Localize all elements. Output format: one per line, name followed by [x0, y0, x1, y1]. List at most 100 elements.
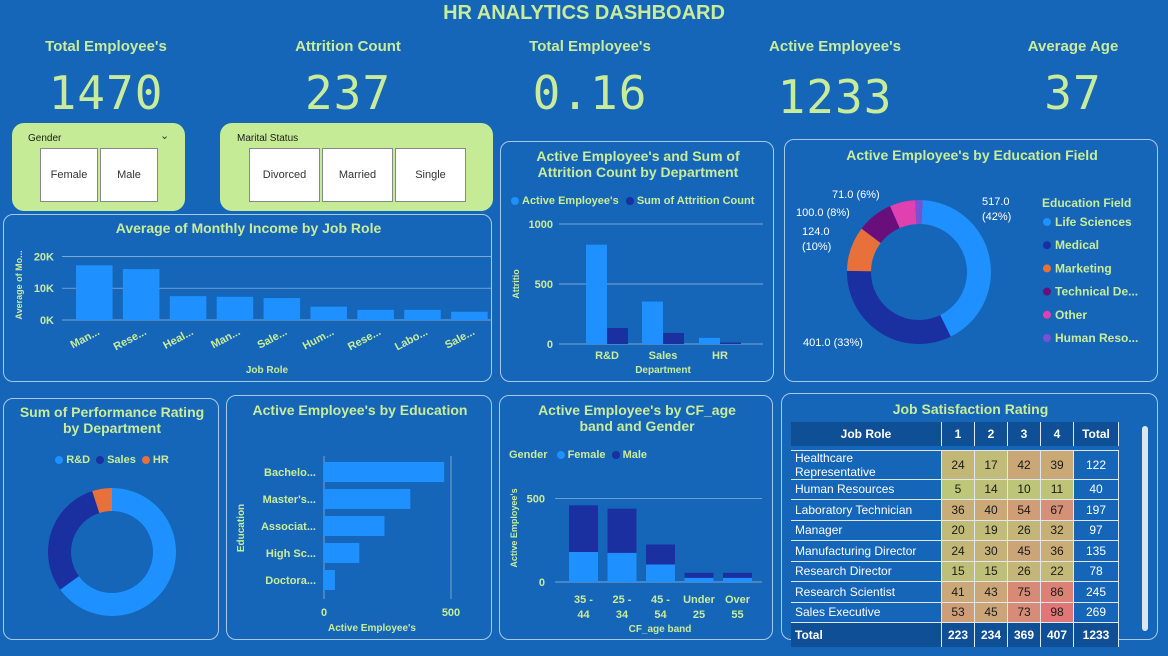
- table-cell: 98: [1040, 602, 1074, 623]
- table-cell: 53: [941, 602, 975, 623]
- kpi-value-average-age: 37: [1044, 66, 1102, 120]
- column-header[interactable]: Total: [1073, 422, 1119, 446]
- bar-female: [723, 577, 752, 582]
- marital-option-married[interactable]: Married: [322, 148, 393, 202]
- donut-slice: [915, 200, 923, 225]
- x-tick-label: R&D: [595, 350, 619, 362]
- bar: [169, 296, 207, 320]
- bar-female: [607, 552, 637, 582]
- total-label: Total: [791, 622, 942, 647]
- marital-option-divorced[interactable]: Divorced: [249, 148, 320, 202]
- bar-male: [684, 572, 714, 578]
- table-cell: 43: [974, 581, 1008, 603]
- legend-item: Medical: [1055, 238, 1099, 252]
- total-cell: 407: [1040, 622, 1074, 647]
- total-cell: 1233: [1073, 622, 1119, 647]
- table-cell: 86: [1040, 581, 1074, 603]
- table-row: Manager 20 19 26 32 97: [791, 520, 1119, 541]
- bar-male: [569, 505, 598, 552]
- department-attrition-chart: 1000 500 0 R&D Sales HR Department Attritio: [511, 219, 763, 376]
- bar-male: [646, 544, 675, 565]
- legend-item: Technical De...: [1055, 285, 1138, 299]
- row-label: Manager: [791, 520, 942, 541]
- bar: [263, 298, 301, 320]
- bar: [451, 311, 488, 320]
- row-label: Laboratory Technician: [791, 499, 942, 521]
- bar: [76, 265, 113, 320]
- row-total: 40: [1073, 479, 1119, 500]
- age-band-chart: 500 0 35 - 44 25 - 34 45 - 54 Under 25 Over 55 CF_ag…: [509, 488, 762, 635]
- table-cell: 5: [941, 479, 975, 500]
- x-tick-label: Man...: [69, 326, 102, 351]
- y-tick-label: Doctora...: [265, 575, 316, 587]
- bar-attrition: [607, 328, 628, 344]
- x-tick-label: 35 -: [574, 594, 593, 606]
- table-cell: 10: [1007, 479, 1041, 500]
- bar-attrition: [720, 342, 741, 344]
- donut-slice: [847, 270, 951, 344]
- column-header[interactable]: Job Role: [791, 422, 942, 446]
- y-tick-label: Bachelo...: [264, 467, 316, 479]
- row-total: 122: [1073, 450, 1119, 480]
- y-axis-title: Average of Mo...: [14, 250, 24, 319]
- table-cell: 22: [1040, 561, 1074, 582]
- legend-dot: [1043, 287, 1051, 296]
- table-cell: 42: [1007, 450, 1041, 480]
- x-tick-label: 45 -: [651, 594, 670, 606]
- performance-chart: [47, 488, 176, 616]
- education-panel: Active Employee's by Education Bachelo..…: [226, 395, 492, 640]
- gender-slicer-label: Gender: [28, 133, 62, 144]
- y-axis-title: Active Employee's: [509, 488, 519, 567]
- total-cell: 369: [1007, 622, 1041, 647]
- table-scrollbar[interactable]: [1142, 426, 1148, 631]
- marital-status-slicer-label: Marital Status: [237, 133, 299, 144]
- table-cell: 32: [1040, 520, 1074, 541]
- gender-option-male[interactable]: Male: [100, 148, 158, 202]
- table-cell: 20: [941, 520, 975, 541]
- chevron-down-icon[interactable]: ⌄: [160, 129, 169, 142]
- bar-active: [642, 301, 663, 344]
- x-axis-title: Job Role: [246, 365, 289, 376]
- x-tick-label: 44: [577, 609, 590, 621]
- y-tick-label: 10K: [34, 283, 54, 295]
- kpi-label-attrition-rate: Total Employee's: [529, 38, 651, 55]
- row-label: Human Resources: [791, 479, 942, 500]
- column-header[interactable]: 2: [974, 422, 1008, 446]
- age-band-panel: Active Employee's by CF_age band and Gen…: [499, 395, 773, 640]
- bar-female: [684, 577, 714, 582]
- table-row: Research Scientist 41 43 75 86 245: [791, 581, 1119, 603]
- kpi-label-average-age: Average Age: [1027, 38, 1119, 55]
- table-row: Sales Executive 53 45 73 98 269: [791, 602, 1119, 623]
- income-by-role-panel: Average of Monthly Income by Job Role 20…: [3, 214, 492, 382]
- column-header[interactable]: 3: [1007, 422, 1041, 446]
- data-label: 401.0 (33%): [803, 337, 863, 349]
- x-axis-title: Active Employee's: [328, 623, 416, 634]
- data-label: 124.0: [802, 226, 830, 238]
- x-tick-label: 34: [616, 609, 629, 621]
- income-by-role-chart: 20K 10K 0K Man... Rese... Heal... Man... Sale..…: [14, 250, 492, 376]
- table-row: Research Director 15 15 26 22 78: [791, 561, 1119, 582]
- marital-option-single[interactable]: Single: [395, 148, 466, 202]
- row-label: Manufacturing Director: [791, 540, 942, 562]
- row-total: 78: [1073, 561, 1119, 582]
- gender-option-female[interactable]: Female: [40, 148, 98, 202]
- bar: [324, 489, 411, 509]
- bar-female: [569, 552, 598, 582]
- table-cell: 19: [974, 520, 1008, 541]
- row-total: 97: [1073, 520, 1119, 541]
- x-tick-label: 25 -: [613, 594, 632, 606]
- column-header[interactable]: 4: [1040, 422, 1074, 446]
- bar: [324, 570, 335, 590]
- y-tick-label: 20K: [34, 251, 54, 263]
- table-cell: 73: [1007, 602, 1041, 623]
- column-header[interactable]: 1: [941, 422, 975, 446]
- x-tick-label: Heal...: [161, 326, 195, 352]
- table-header-row: Job Role 1 2 3 4 Total: [791, 422, 1119, 446]
- kpi-label-total-employees: Total Employee's: [45, 38, 167, 55]
- legend-item: Life Sciences: [1055, 215, 1132, 229]
- y-tick-label: High Sc...: [266, 548, 316, 560]
- y-axis-title: Education: [236, 504, 247, 552]
- bar: [324, 462, 445, 482]
- row-total: 135: [1073, 540, 1119, 562]
- kpi-label-active-employees: Active Employee's: [769, 38, 901, 55]
